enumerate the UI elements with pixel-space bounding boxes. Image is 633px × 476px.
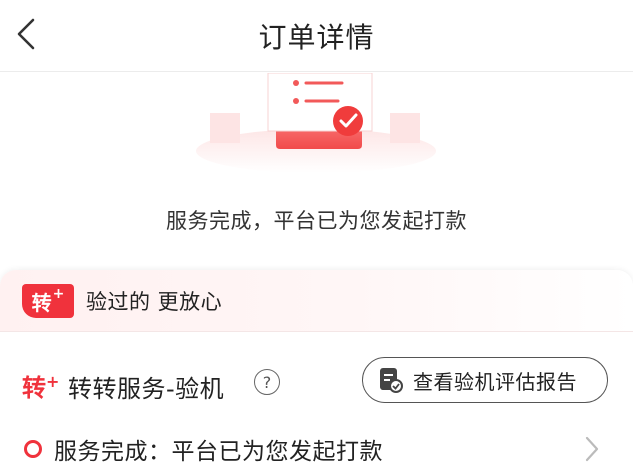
zhuanzhuan-logo: 转+ [22, 368, 59, 403]
badge-plus: + [52, 286, 65, 302]
help-icon[interactable]: ? [254, 369, 280, 395]
badge-char: 转 [31, 290, 52, 315]
service-progress-row[interactable]: 服务完成：平台已为您发起打款 [22, 428, 622, 468]
status-message: 服务完成，平台已为您发起打款 [166, 209, 467, 233]
service-name: 转转服务-验机 [68, 375, 225, 403]
order-complete-illustration [0, 73, 633, 173]
zhuanzhuan-badge: 转 + [22, 284, 74, 318]
status-dot-icon [24, 440, 42, 458]
logo-char: 转 [22, 374, 46, 402]
back-button[interactable] [6, 12, 46, 56]
report-icon [380, 368, 403, 393]
service-row: 转+ 转转服务-验机 ? 查看验机评估报告 [22, 357, 622, 405]
card-banner: 转 + 验过的 更放心 [0, 270, 633, 332]
logo-plus: + [46, 372, 60, 391]
banner-slogan: 验过的 更放心 [86, 290, 223, 314]
view-report-button[interactable]: 查看验机评估报告 [362, 357, 608, 403]
page-title: 订单详情 [258, 20, 375, 54]
view-report-label: 查看验机评估报告 [413, 369, 577, 394]
progress-text: 服务完成：平台已为您发起打款 [54, 439, 383, 465]
chevron-right-icon [585, 436, 599, 462]
service-card: 转 + 验过的 更放心 转+ 转转服务-验机 ? 查看验机评估报告 服务完成：平台… [0, 270, 633, 476]
nav-bar: 订单详情 [0, 0, 633, 72]
chevron-left-icon [17, 18, 35, 50]
